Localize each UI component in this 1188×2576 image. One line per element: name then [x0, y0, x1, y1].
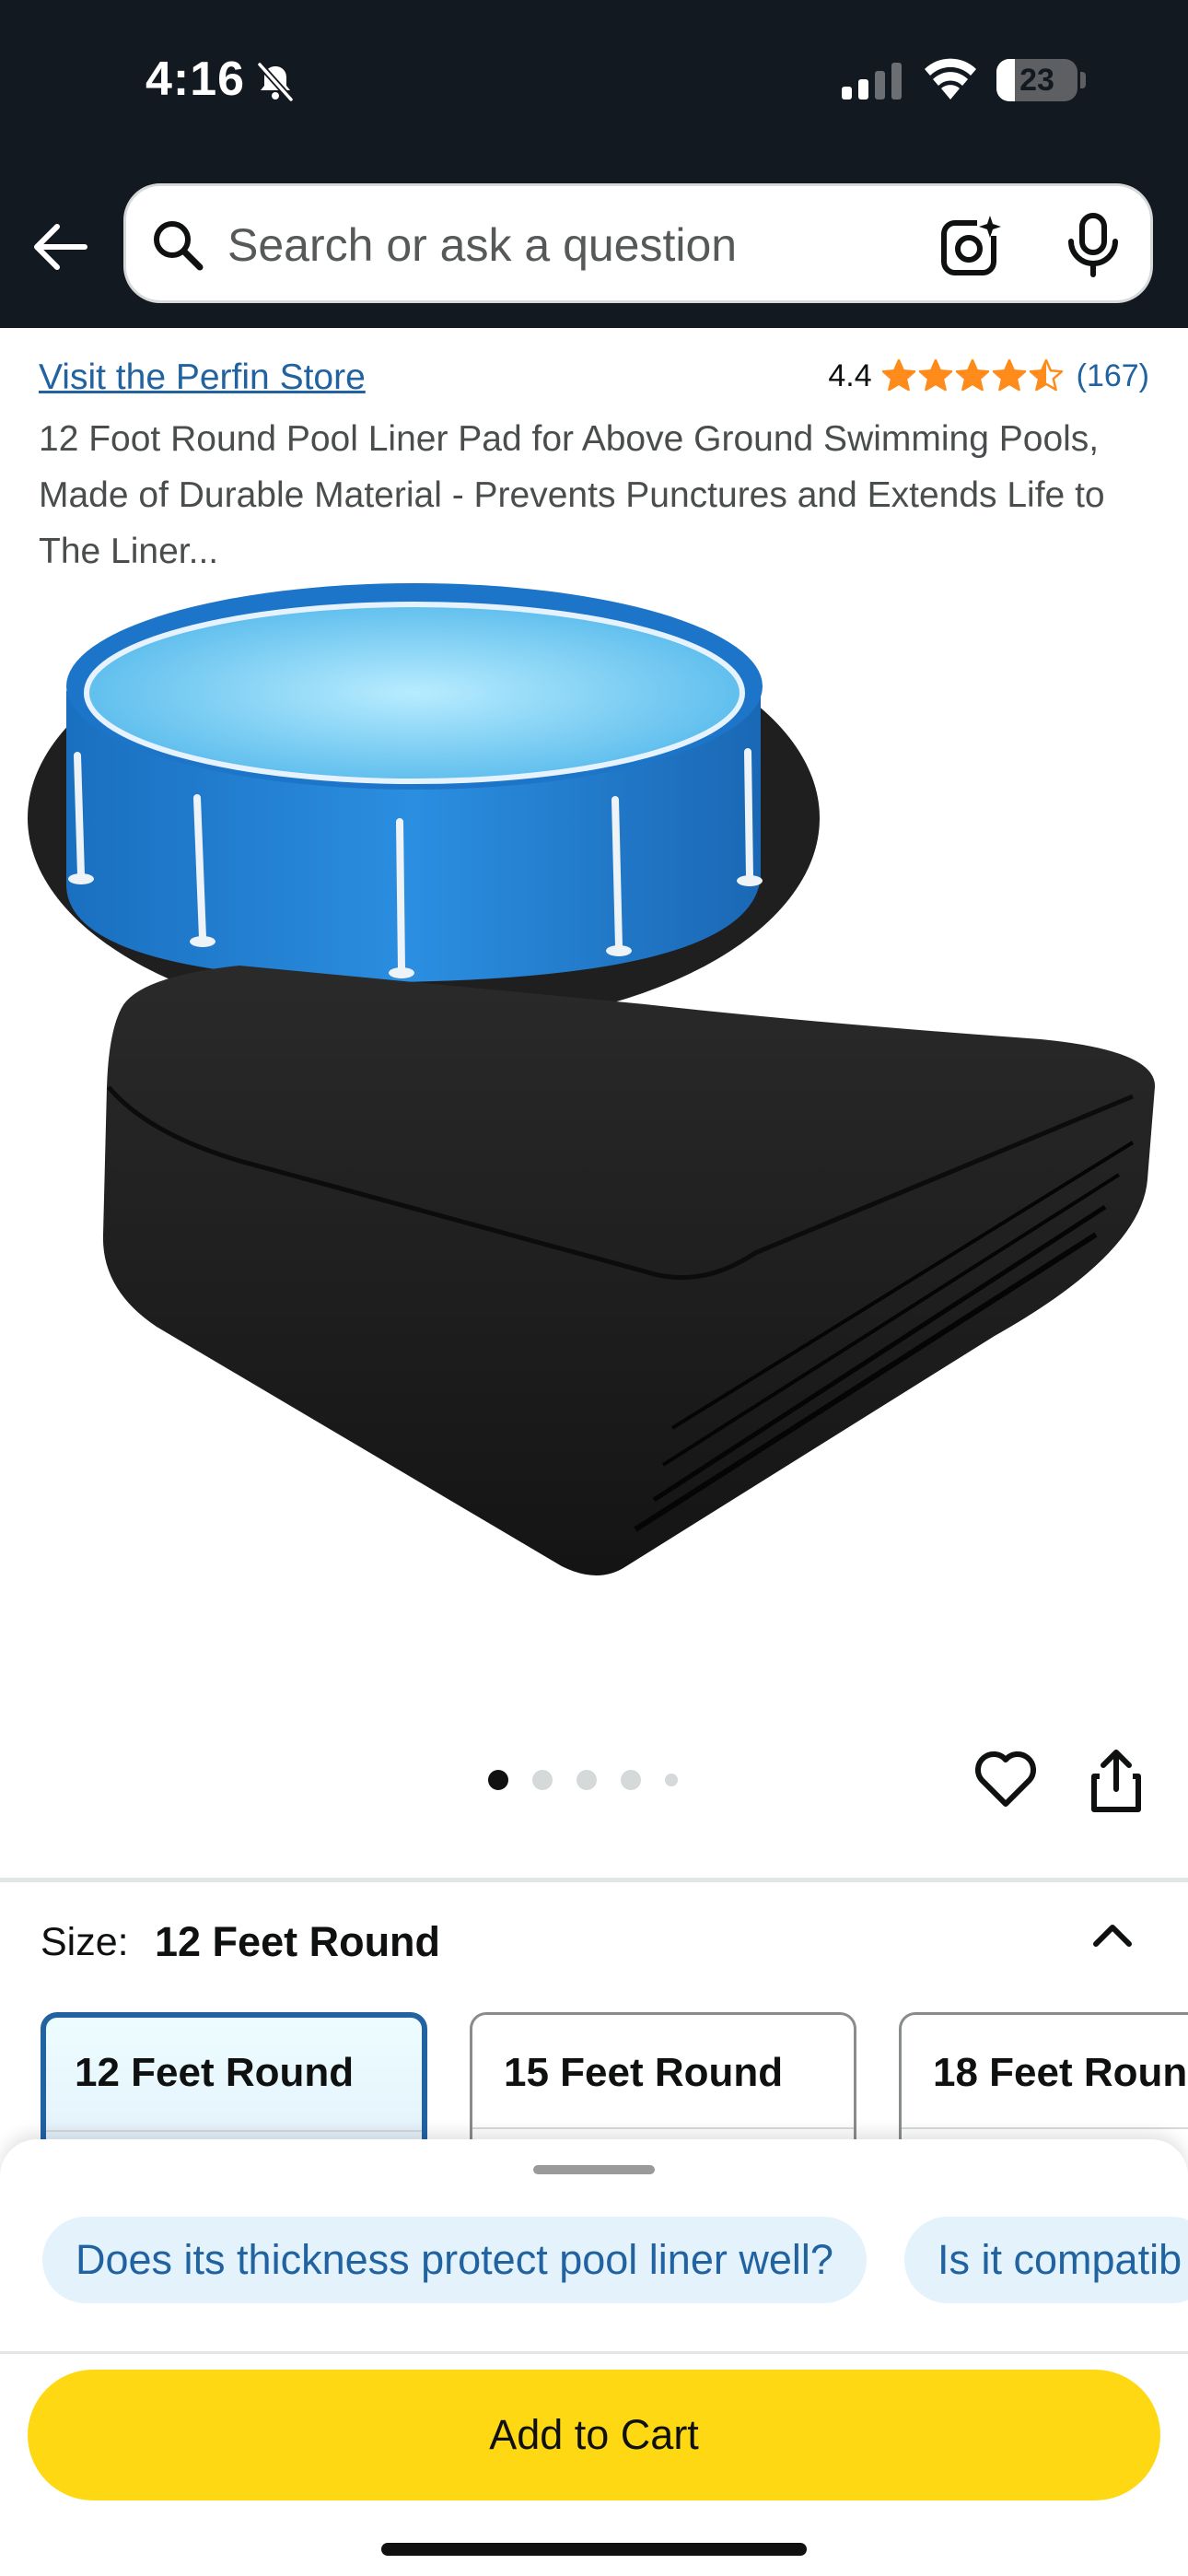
size-option-label: 12 Feet Round — [75, 2050, 355, 2095]
pool-liner-pad-photo[interactable] — [0, 571, 1188, 1677]
app-header: 4:16 23 — [0, 0, 1188, 328]
carousel-dot[interactable] — [577, 1770, 597, 1790]
question-chip[interactable]: Does its thickness protect pool liner we… — [42, 2217, 867, 2303]
battery-level: 23 — [1019, 63, 1054, 98]
heart-icon[interactable] — [973, 1749, 1039, 1809]
chevron-up-icon[interactable] — [1089, 1913, 1136, 1961]
star-full-icon — [918, 358, 952, 392]
rating-stars — [881, 358, 1064, 393]
visit-store-link[interactable]: Visit the Perfin Store — [39, 357, 366, 398]
suggested-questions: Does its thickness protect pool liner we… — [42, 2217, 1188, 2303]
image-carousel-dots[interactable] — [488, 1765, 709, 1795]
star-half-icon — [1029, 358, 1063, 392]
product-page: 4:16 23 Search or ask a question Visit t… — [0, 0, 1188, 2576]
star-full-icon — [992, 358, 1026, 392]
section-divider — [0, 1878, 1188, 1882]
selected-size-value: 12 Feet Round — [155, 1918, 441, 1965]
product-title: 12 Foot Round Pool Liner Pad for Above G… — [39, 419, 1105, 571]
rating-summary[interactable]: 4.4 (167) — [828, 354, 1149, 398]
status-time: 4:16 — [146, 53, 246, 106]
cellular-signal-icon — [842, 63, 902, 100]
bottom-sheet: Does its thickness protect pool liner we… — [0, 2139, 1188, 2576]
microphone-icon[interactable] — [1064, 212, 1123, 278]
bell-slash-icon — [257, 62, 294, 102]
add-to-cart-button[interactable]: Add to Cart — [28, 2370, 1160, 2500]
size-label: Size: — [41, 1920, 129, 1964]
size-option-label: 18 Feet Roun — [933, 2050, 1188, 2095]
share-icon[interactable] — [1087, 1747, 1146, 1813]
wifi-icon — [925, 58, 976, 100]
star-full-icon — [881, 358, 915, 392]
carousel-dot[interactable] — [621, 1770, 641, 1790]
rating-count[interactable]: (167) — [1077, 358, 1149, 394]
camera-lens-icon[interactable] — [938, 212, 1005, 278]
carousel-dot[interactable] — [532, 1770, 553, 1790]
carousel-dot-active[interactable] — [488, 1770, 508, 1790]
home-indicator — [381, 2543, 807, 2556]
size-options: 12 Feet Round 15 Feet Round 18 Feet Roun — [41, 2012, 1188, 2141]
search-bar[interactable] — [123, 183, 1153, 303]
search-icon — [154, 221, 204, 271]
battery-icon: 23 — [996, 59, 1086, 101]
size-option-18-feet[interactable]: 18 Feet Roun — [899, 2012, 1188, 2141]
question-chip[interactable]: Is it compatib — [904, 2217, 1188, 2303]
sheet-divider — [0, 2351, 1188, 2354]
arrow-left-icon[interactable] — [28, 214, 94, 280]
sheet-drag-handle[interactable] — [533, 2165, 655, 2174]
size-option-label: 15 Feet Round — [504, 2050, 784, 2095]
search-input[interactable] — [227, 208, 909, 282]
rating-value: 4.4 — [828, 357, 872, 393]
size-option-12-feet[interactable]: 12 Feet Round — [41, 2012, 427, 2141]
star-full-icon — [955, 358, 989, 392]
size-option-15-feet[interactable]: 15 Feet Round — [470, 2012, 856, 2141]
carousel-dot[interactable] — [665, 1774, 678, 1786]
